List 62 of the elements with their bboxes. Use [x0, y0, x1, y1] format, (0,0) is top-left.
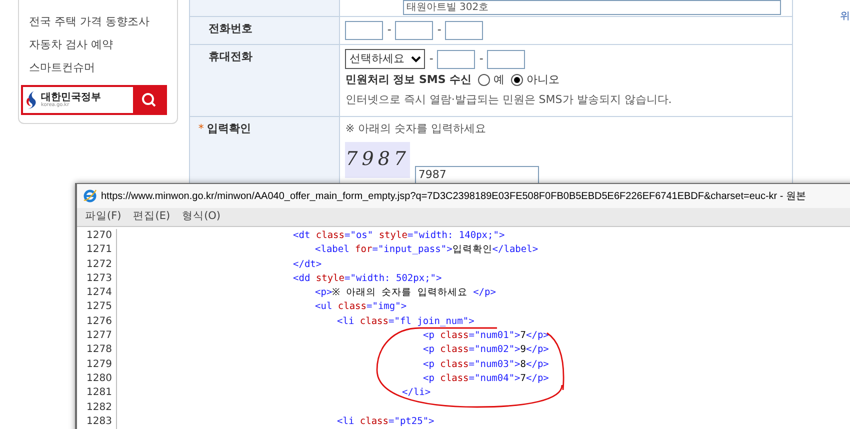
- code-line: <p class="num04">7</p>: [422, 372, 549, 386]
- line-number: 1279: [77, 358, 117, 372]
- code-line: <dt class="os" style="width: 140px;">: [292, 229, 505, 243]
- address-input[interactable]: 태원아트빌 302호: [403, 0, 782, 15]
- line-number: 1272: [77, 258, 117, 272]
- line-number: 1274: [77, 286, 117, 300]
- code-line: <dd style="width: 502px;">: [292, 272, 442, 286]
- code-line: <p>※ 아래의 숫자를 입력하세요 </p>: [314, 286, 496, 300]
- phone-input[interactable]: [395, 21, 434, 40]
- browser-e-icon: [83, 189, 97, 203]
- radio-button[interactable]: [510, 74, 523, 86]
- line-number: 1282: [77, 400, 117, 415]
- sidebar-link[interactable]: 자동차 검사 예약: [29, 36, 175, 54]
- field-label: 전화번호: [208, 22, 252, 35]
- phone-input[interactable]: [487, 50, 526, 68]
- code-line: </li>: [401, 386, 431, 400]
- chevron-down-icon: [411, 55, 422, 63]
- search-button[interactable]: [133, 87, 165, 113]
- line-number: 1270: [77, 229, 117, 244]
- code-line: <p class="num02">9</p>: [422, 343, 549, 358]
- phone-input[interactable]: [445, 21, 484, 40]
- field-label: 휴대전화: [208, 50, 252, 63]
- code-line: </dt>: [292, 258, 322, 272]
- line-number: 1276: [77, 314, 117, 330]
- line-number: 1275: [77, 300, 117, 315]
- cut-off-link[interactable]: 위: [840, 11, 850, 22]
- dash-separator: -: [437, 22, 442, 38]
- dash-separator: -: [479, 50, 484, 67]
- window-title: https://www.minwon.go.kr/minwon/AA040_offer_main_form_empty.jsp?q=7D3C2398189E03FE508F0FB0B5EBD5E6F226EF6741EBDF&charset=euc-kr - 원본: [101, 190, 806, 204]
- radio-label: 예: [494, 72, 505, 88]
- menu-item[interactable]: 편집(E): [133, 209, 170, 225]
- radio-label: 아니오: [526, 72, 560, 88]
- carrier-select[interactable]: 선택하세요: [345, 49, 426, 69]
- line-number: 1283: [77, 414, 117, 429]
- line-number: 1273: [77, 272, 117, 286]
- line-number: 1271: [77, 243, 117, 258]
- code-line: <p class="num03">8</p>: [422, 358, 549, 372]
- code-line: <li class="fl join_num">: [336, 314, 474, 329]
- code-line: <li class="pt25">: [336, 414, 434, 429]
- required-mark: *: [198, 121, 204, 137]
- menu-item[interactable]: 파일(F): [85, 209, 122, 225]
- sms-note: 인터넷으로 즉시 열람·발급되는 민원은 SMS가 발송되지 않습니다.: [345, 92, 672, 108]
- dash-separator: -: [429, 50, 434, 67]
- line-number: 1277: [77, 329, 117, 344]
- code-line: <ul class="img">: [314, 300, 407, 314]
- code-line: <label for="input_pass">입력확인</label>: [314, 243, 538, 258]
- phone-input[interactable]: [437, 50, 476, 68]
- line-number: 1280: [77, 372, 117, 386]
- phone-input[interactable]: [345, 21, 384, 40]
- captcha-image: 7987: [345, 142, 410, 178]
- sidebar-link[interactable]: 전국 주택 가격 동향조사: [29, 13, 175, 31]
- search-icon: [141, 92, 157, 108]
- menu-item[interactable]: 형식(O): [182, 209, 221, 225]
- line-number: 1278: [77, 343, 117, 358]
- line-number: 1281: [77, 386, 117, 401]
- gov-logo-text: 대한민국정부: [41, 92, 101, 102]
- sms-label: 민원처리 정보 SMS 수신: [345, 72, 472, 88]
- dash-separator: -: [387, 22, 392, 38]
- sidebar-link[interactable]: 스마트컨슈머: [29, 59, 175, 77]
- radio-button[interactable]: [478, 74, 490, 86]
- captcha-instruction: ※ 아래의 숫자를 입력하세요: [345, 121, 488, 137]
- code-line: <p class="num01">7</p>: [422, 329, 549, 344]
